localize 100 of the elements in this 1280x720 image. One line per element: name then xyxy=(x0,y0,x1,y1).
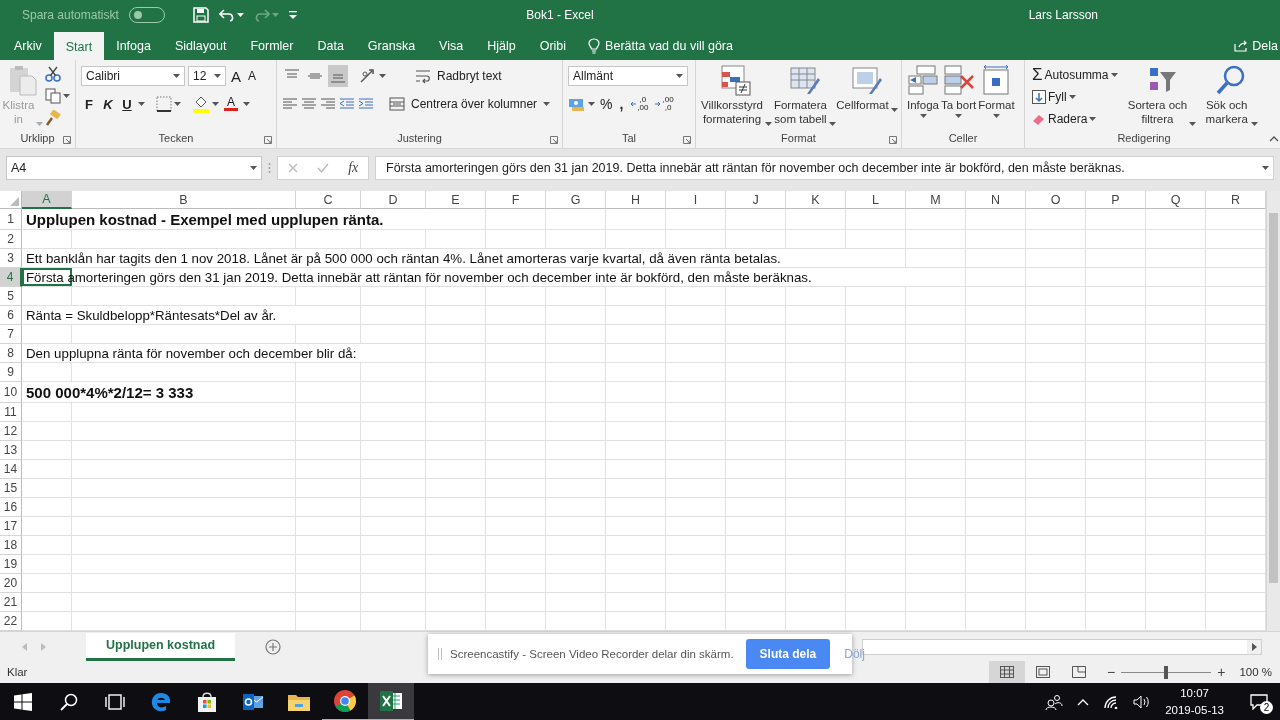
cells-button[interactable]: Format xyxy=(978,64,1015,132)
row-header[interactable]: 15 xyxy=(0,479,22,498)
column-header[interactable]: M xyxy=(906,191,966,209)
table-cell[interactable] xyxy=(426,382,486,403)
table-cell[interactable] xyxy=(546,479,606,498)
table-cell[interactable] xyxy=(906,422,966,441)
table-cell[interactable] xyxy=(546,325,606,344)
undo-icon[interactable] xyxy=(218,8,235,22)
table-cell[interactable] xyxy=(426,306,486,325)
column-header[interactable]: L xyxy=(846,191,906,209)
table-cell[interactable] xyxy=(846,363,906,382)
table-cell[interactable] xyxy=(726,382,786,403)
table-cell[interactable] xyxy=(426,422,486,441)
table-cell[interactable] xyxy=(846,593,906,612)
table-cell[interactable] xyxy=(966,403,1026,422)
table-cell[interactable] xyxy=(546,382,606,403)
table-cell[interactable] xyxy=(606,517,666,536)
table-cell[interactable] xyxy=(426,536,486,555)
table-cell[interactable] xyxy=(1146,363,1206,382)
table-cell[interactable] xyxy=(606,325,666,344)
table-cell[interactable] xyxy=(361,498,426,517)
column-header[interactable]: C xyxy=(296,191,361,209)
table-cell[interactable] xyxy=(726,498,786,517)
table-cell[interactable] xyxy=(486,422,546,441)
table-cell[interactable] xyxy=(1026,422,1086,441)
table-cell[interactable] xyxy=(786,441,846,460)
table-cell[interactable] xyxy=(22,593,72,612)
table-cell[interactable] xyxy=(426,441,486,460)
ribbon-tab[interactable]: Data xyxy=(305,32,356,60)
table-cell[interactable] xyxy=(1146,593,1206,612)
table-cell[interactable] xyxy=(546,460,606,479)
table-cell[interactable] xyxy=(666,479,726,498)
table-cell[interactable] xyxy=(966,498,1026,517)
table-cell[interactable] xyxy=(726,344,786,363)
table-cell[interactable] xyxy=(906,536,966,555)
table-cell[interactable] xyxy=(966,363,1026,382)
table-cell[interactable] xyxy=(1146,517,1206,536)
ribbon-tab[interactable]: Infoga xyxy=(104,32,163,60)
column-header[interactable]: N xyxy=(966,191,1026,209)
table-cell[interactable] xyxy=(846,325,906,344)
table-cell[interactable] xyxy=(486,325,546,344)
style-button[interactable]: Villkorsstyrd formatering xyxy=(701,64,772,132)
table-cell[interactable] xyxy=(546,536,606,555)
table-cell[interactable] xyxy=(906,555,966,574)
table-cell[interactable] xyxy=(486,593,546,612)
expand-icon[interactable] xyxy=(1262,166,1269,170)
table-cell[interactable] xyxy=(666,460,726,479)
table-cell[interactable] xyxy=(1146,441,1206,460)
table-cell[interactable] xyxy=(906,460,966,479)
table-cell[interactable] xyxy=(72,422,296,441)
taskbar-button[interactable] xyxy=(368,683,414,720)
table-cell[interactable] xyxy=(1026,479,1086,498)
row-header[interactable]: 18 xyxy=(0,536,22,555)
table-cell[interactable] xyxy=(606,460,666,479)
wrap-text-button[interactable]: Radbryt text xyxy=(413,65,504,87)
ribbon-tab[interactable]: Oribi xyxy=(527,32,579,60)
clock-date[interactable]: 2019-05-13 xyxy=(1165,702,1224,719)
table-cell[interactable] xyxy=(426,363,486,382)
table-cell[interactable] xyxy=(486,441,546,460)
align-center-icon[interactable] xyxy=(301,97,317,111)
table-cell[interactable] xyxy=(361,287,426,306)
table-cell[interactable] xyxy=(1086,287,1146,306)
table-cell[interactable] xyxy=(666,287,726,306)
table-cell[interactable] xyxy=(361,306,426,325)
scroll-right-icon[interactable] xyxy=(1247,639,1261,654)
table-cell[interactable] xyxy=(361,536,426,555)
table-cell[interactable] xyxy=(1026,441,1086,460)
table-cell[interactable] xyxy=(726,441,786,460)
table-cell[interactable] xyxy=(966,536,1026,555)
table-cell[interactable] xyxy=(72,230,296,249)
spreadsheet-app-icon[interactable] xyxy=(379,690,403,712)
table-cell[interactable] xyxy=(22,422,72,441)
table-cell[interactable] xyxy=(72,363,296,382)
row-header[interactable]: 4 xyxy=(0,268,22,287)
volume-icon[interactable] xyxy=(1133,695,1152,709)
table-cell[interactable] xyxy=(666,441,726,460)
table-cell[interactable] xyxy=(906,306,966,325)
table-cell[interactable] xyxy=(1146,479,1206,498)
table-cell[interactable] xyxy=(361,593,426,612)
table-cell[interactable] xyxy=(546,593,606,612)
table-cell[interactable] xyxy=(361,422,426,441)
table-cell[interactable] xyxy=(72,536,296,555)
table-cell[interactable] xyxy=(666,517,726,536)
table-cell[interactable] xyxy=(1026,498,1086,517)
table-cell[interactable] xyxy=(426,574,486,593)
table-cell[interactable] xyxy=(426,593,486,612)
table-cell[interactable] xyxy=(666,403,726,422)
table-cell[interactable] xyxy=(726,403,786,422)
table-cell[interactable] xyxy=(296,422,361,441)
table-cell[interactable] xyxy=(426,230,486,249)
shrink-font-button[interactable]: A xyxy=(246,65,259,87)
table-cell[interactable] xyxy=(786,209,846,230)
table-cell[interactable] xyxy=(1026,593,1086,612)
table-cell[interactable] xyxy=(296,460,361,479)
table-cell[interactable] xyxy=(666,593,726,612)
table-cell[interactable] xyxy=(486,536,546,555)
table-cell[interactable] xyxy=(606,230,666,249)
table-cell[interactable] xyxy=(666,363,726,382)
zoom-percent[interactable]: 100 % xyxy=(1239,666,1272,678)
row-header[interactable]: 1 xyxy=(0,209,22,230)
